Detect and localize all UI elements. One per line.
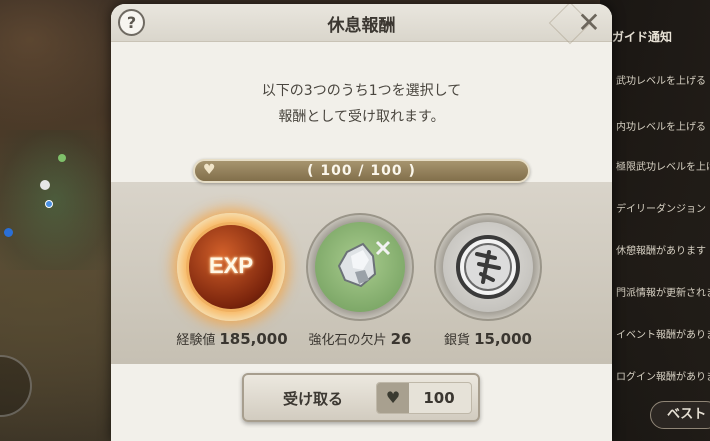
reward-silver-label: 銀貨 15,000	[444, 330, 532, 348]
player-marker-icon	[40, 180, 50, 190]
collect-button[interactable]: 受け取る ♥ 100	[242, 373, 480, 422]
npc-marker-icon	[45, 200, 53, 208]
best-button[interactable]: ベスト	[650, 401, 710, 429]
guide-item[interactable]: ログイン報酬があります	[616, 368, 710, 383]
exp-icon: EXP	[186, 222, 276, 312]
fatigue-value: ( 100 / 100 )	[307, 163, 416, 179]
minimap[interactable]	[0, 130, 110, 270]
fatigue-bar: ♥ ( 100 / 100 )	[193, 159, 530, 183]
guide-item[interactable]: デイリーダンジョン	[616, 200, 710, 215]
guide-item[interactable]: 内功レベルを上げる	[616, 118, 710, 133]
guide-item[interactable]: イベント報酬があります	[616, 326, 710, 341]
collect-cost-value: 100	[423, 389, 455, 407]
close-icon[interactable]: ✕	[569, 4, 609, 42]
reward-stone-option[interactable]	[306, 213, 414, 321]
ally-marker-icon	[58, 154, 66, 162]
guide-item[interactable]: 極限武功レベルを上げる	[616, 158, 710, 173]
collect-button-label: 受け取る	[282, 390, 343, 408]
reward-exp-option[interactable]: EXP	[177, 213, 285, 321]
quest-marker-icon	[4, 228, 13, 237]
heart-icon: ♥	[377, 383, 409, 413]
reward-silver-option[interactable]	[434, 213, 542, 321]
enhance-stone-icon	[315, 222, 405, 312]
silver-coin-icon	[443, 222, 533, 312]
rest-reward-dialog: ? 休息報酬 ✕ 以下の3つのうち1つを選択して 報酬として受け取れます。 ♥ …	[111, 4, 612, 441]
dialog-title: 休息報酬	[327, 16, 396, 36]
guide-item[interactable]: 休憩報酬があります	[616, 242, 710, 257]
dialog-message-line1: 以下の3つのうち1つを選択して	[261, 83, 462, 99]
guide-item[interactable]: 門派情報が更新されました	[616, 284, 710, 299]
dialog-message-line2: 報酬として受け取れます。	[278, 109, 445, 125]
guide-item[interactable]: 武功レベルを上げる	[616, 72, 710, 87]
guide-panel-title: ガイド通知	[612, 30, 673, 44]
collect-cost: ♥ 100	[376, 382, 472, 414]
